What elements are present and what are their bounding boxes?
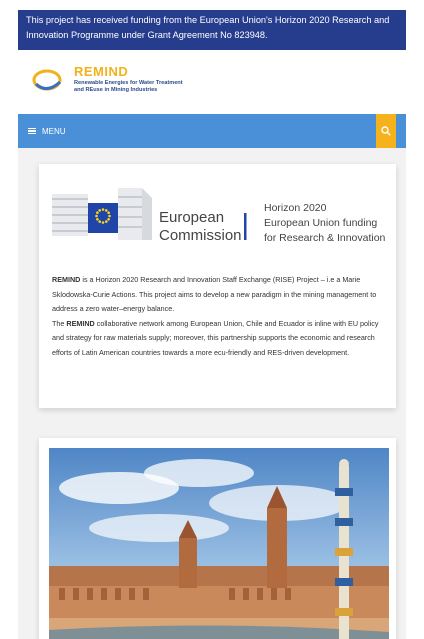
menu-label: MENU: [42, 126, 66, 136]
main-navigation: MENU: [18, 114, 406, 148]
ec-name-line1: European: [159, 209, 224, 226]
eu-flag-icon: [88, 203, 118, 233]
funding-banner-text: This project has received funding from t…: [26, 15, 390, 40]
logo-name: REMIND: [74, 64, 129, 79]
menu-button[interactable]: MENU: [28, 114, 66, 148]
intro-the: The: [52, 318, 67, 328]
ec-name-line2: Commission: [159, 227, 242, 244]
plaza-de-espana-photo: [49, 448, 389, 639]
intro-brand: REMIND: [52, 275, 81, 284]
european-commission-horizon2020-logo: European Commission Horizon 2020 Europea…: [52, 188, 386, 244]
logo-tagline-line2: and REuse in Mining Industries: [74, 87, 158, 93]
page-frame: This project has received funding from t…: [18, 10, 406, 639]
search-icon: [381, 126, 391, 136]
horizon-line2: European Union funding: [264, 217, 377, 229]
logo-tagline-line1: Renewable Energies for Water Treatment: [74, 80, 183, 86]
intro-brand-2: REMIND: [66, 318, 95, 328]
funding-banner: This project has received funding from t…: [18, 10, 406, 50]
ec-divider: [244, 213, 247, 240]
logo-tagline: Renewable Energies for Water Treatment a…: [74, 80, 214, 94]
intro-card: European Commission Horizon 2020 Europea…: [39, 164, 396, 408]
search-button[interactable]: [376, 114, 396, 148]
intro-text: REMIND is a Horizon 2020 Research and In…: [52, 273, 385, 360]
photo-card: [39, 438, 396, 639]
remind-logo[interactable]: REMIND Renewable Energies for Water Trea…: [32, 64, 232, 100]
horizon-line3: for Research & Innovation: [264, 232, 386, 244]
intro-paragraph-1: is a Horizon 2020 Research and Innovatio…: [52, 275, 377, 313]
intro-paragraph-2: collaborative network among European Uni…: [52, 318, 379, 357]
site-header: REMIND Renewable Energies for Water Trea…: [18, 50, 406, 114]
horizon-line1: Horizon 2020: [264, 202, 327, 214]
remind-logo-ring-icon: [32, 69, 62, 91]
hamburger-icon: [28, 127, 36, 135]
